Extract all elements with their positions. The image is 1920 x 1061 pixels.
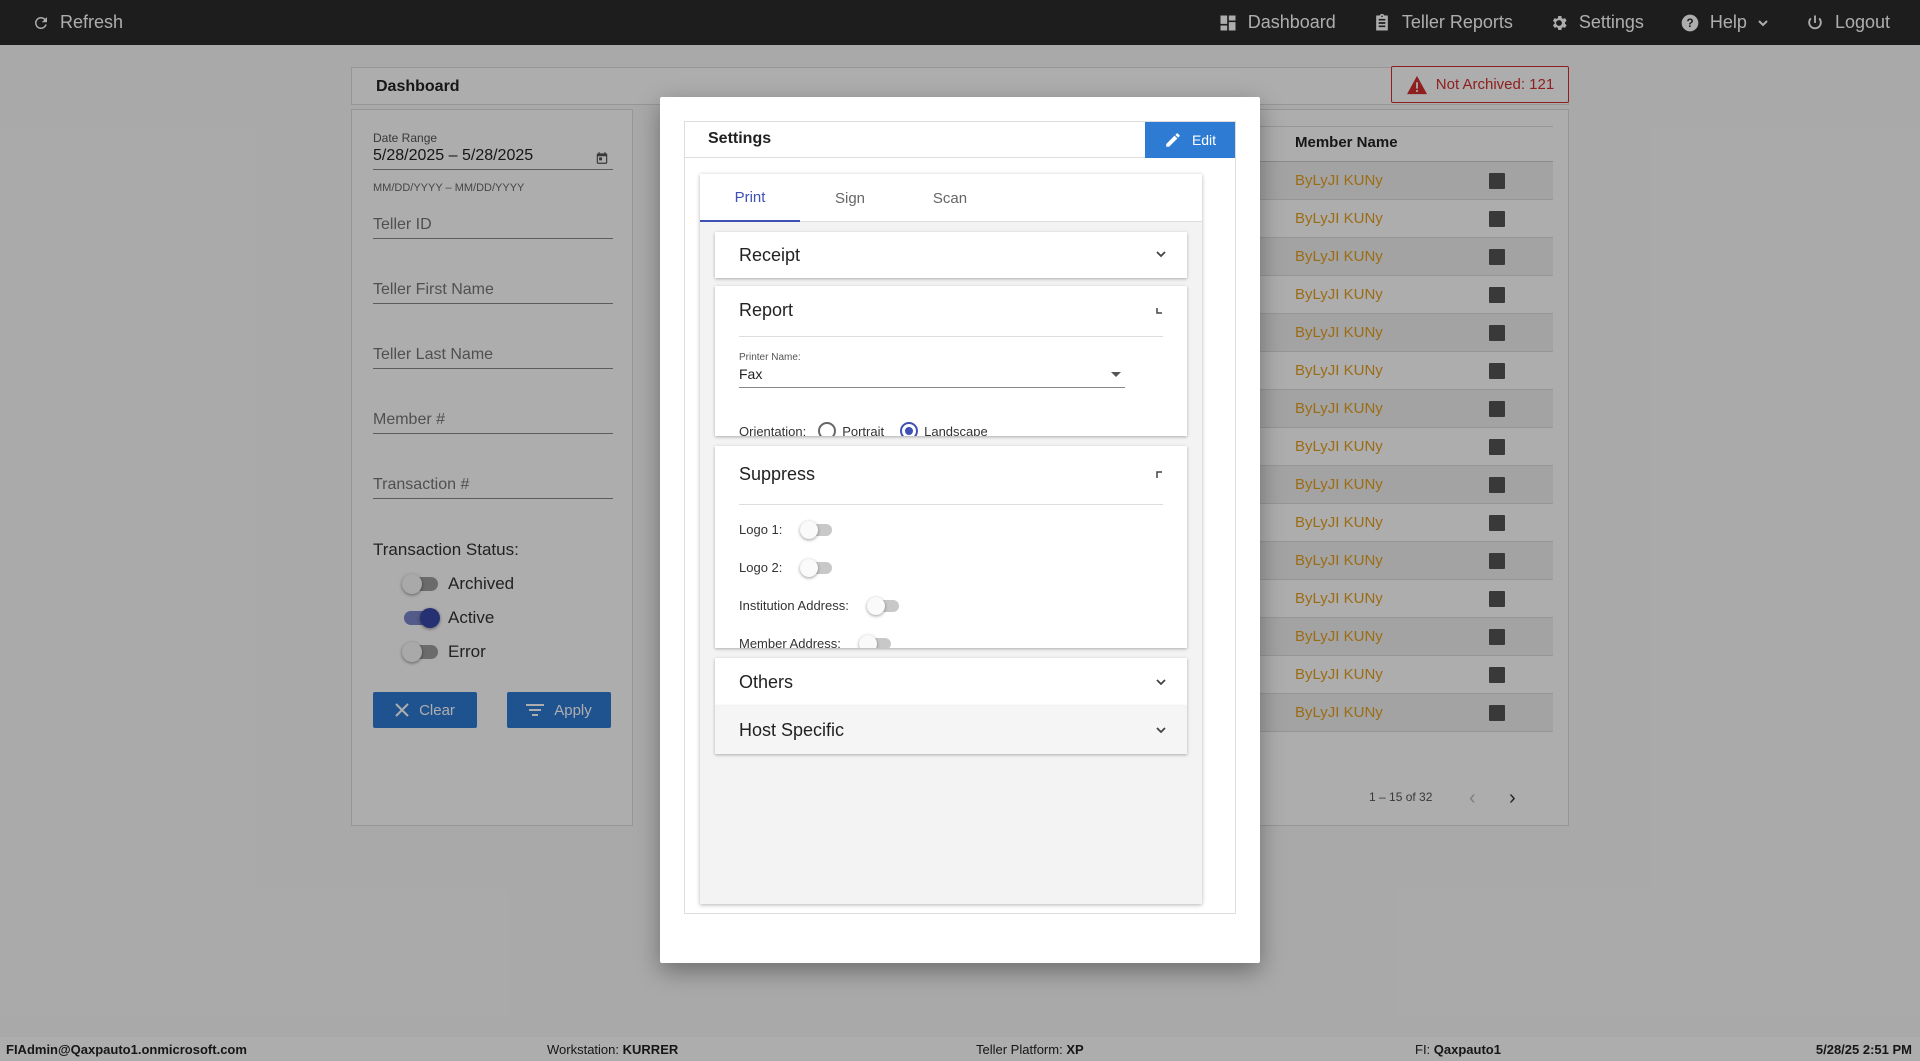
chevron-down-icon bbox=[1155, 723, 1167, 739]
suppress-title[interactable]: Suppress bbox=[739, 464, 815, 485]
tab-print[interactable]: Print bbox=[700, 174, 800, 222]
others-panel[interactable]: Others bbox=[715, 658, 1187, 706]
logo1-toggle[interactable] bbox=[800, 520, 833, 539]
printer-name-label: Printer Name: bbox=[739, 352, 801, 363]
landscape-radio[interactable] bbox=[900, 422, 919, 436]
settings-dialog: Settings Edit Print Sign Scan Receipt Re… bbox=[660, 97, 1260, 963]
logo1-toggle-row: Logo 1: bbox=[739, 520, 833, 539]
report-title[interactable]: Report bbox=[739, 300, 793, 321]
chevron-down-icon bbox=[1155, 247, 1167, 263]
member-address-label: Member Address: bbox=[739, 636, 841, 648]
receipt-panel[interactable]: Receipt bbox=[715, 232, 1187, 278]
member-address-toggle-row: Member Address: bbox=[739, 634, 891, 648]
dropdown-arrow-icon bbox=[1111, 372, 1121, 377]
host-specific-panel[interactable]: Host Specific bbox=[715, 706, 1187, 754]
receipt-title: Receipt bbox=[739, 245, 801, 265]
portrait-radio[interactable] bbox=[818, 422, 837, 436]
institution-address-label: Institution Address: bbox=[739, 598, 849, 613]
chevron-up-icon[interactable] bbox=[1155, 304, 1167, 320]
host-specific-title: Host Specific bbox=[739, 720, 845, 740]
landscape-label: Landscape bbox=[924, 423, 988, 437]
settings-title: Settings bbox=[708, 130, 772, 147]
logo2-label: Logo 2: bbox=[739, 560, 783, 575]
settings-tabs: Print Sign Scan bbox=[700, 174, 1202, 222]
member-address-toggle[interactable] bbox=[858, 634, 891, 648]
others-title: Others bbox=[739, 672, 794, 692]
report-panel: Report Printer Name: Fax Orientation: Po… bbox=[715, 286, 1187, 436]
tab-scan[interactable]: Scan bbox=[900, 174, 1000, 222]
logo2-toggle-row: Logo 2: bbox=[739, 558, 833, 577]
logo1-label: Logo 1: bbox=[739, 522, 783, 537]
suppress-panel: Suppress Logo 1: Logo 2: Institution Add… bbox=[715, 446, 1187, 648]
edit-button[interactable]: Edit bbox=[1145, 122, 1235, 158]
settings-card: Settings Edit Print Sign Scan Receipt Re… bbox=[684, 121, 1236, 914]
tab-sign[interactable]: Sign bbox=[800, 174, 900, 222]
chevron-up-icon[interactable] bbox=[1155, 468, 1167, 484]
institution-address-toggle[interactable] bbox=[866, 596, 899, 615]
edit-label: Edit bbox=[1191, 132, 1217, 148]
printer-name-value: Fax bbox=[739, 366, 763, 382]
portrait-label: Portrait bbox=[842, 423, 885, 437]
institution-address-toggle-row: Institution Address: bbox=[739, 596, 899, 615]
orientation-row: Orientation: Portrait Landscape bbox=[739, 422, 988, 436]
printer-name-select[interactable]: Fax bbox=[739, 366, 1125, 388]
orientation-label: Orientation: bbox=[739, 423, 807, 437]
logo2-toggle[interactable] bbox=[800, 558, 833, 577]
settings-tabs-card: Print Sign Scan Receipt Report Printer N… bbox=[700, 174, 1202, 904]
settings-header: Settings Edit bbox=[685, 122, 1235, 158]
pencil-icon bbox=[1164, 131, 1182, 149]
chevron-down-icon bbox=[1155, 675, 1167, 691]
